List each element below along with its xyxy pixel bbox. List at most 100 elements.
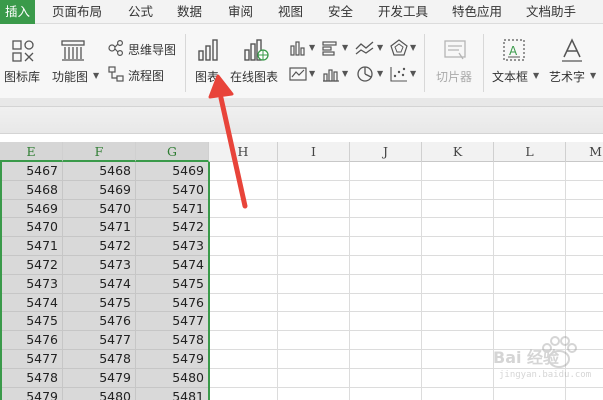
stock-chart-dropdown-icon[interactable]: ▼ — [309, 69, 315, 78]
column-header-g[interactable]: G — [136, 142, 209, 162]
cell-m[interactable] — [566, 294, 603, 313]
cell-l[interactable] — [494, 274, 566, 294]
cell-k[interactable] — [422, 237, 494, 256]
cell-e[interactable]: 5477 — [0, 350, 63, 369]
cell-e[interactable]: 5471 — [0, 237, 63, 256]
cell-i[interactable] — [278, 162, 350, 181]
cell-g[interactable]: 5475 — [136, 274, 209, 294]
cell-h[interactable] — [209, 312, 278, 332]
column-header-k[interactable]: K — [422, 142, 494, 162]
cell-j[interactable] — [350, 256, 422, 275]
cell-i[interactable] — [278, 256, 350, 275]
cell-j[interactable] — [350, 218, 422, 238]
cell-f[interactable]: 5470 — [63, 199, 136, 219]
cell-h[interactable] — [209, 218, 278, 238]
cell-f[interactable]: 5468 — [63, 162, 136, 181]
cell-e[interactable]: 5479 — [0, 387, 63, 400]
column-chart-dropdown-icon[interactable]: ▼ — [309, 43, 315, 52]
menu-formulas[interactable]: 公式 — [128, 0, 153, 24]
cell-j[interactable] — [350, 387, 422, 400]
cell-g[interactable]: 5477 — [136, 312, 209, 332]
cell-l[interactable] — [494, 199, 566, 219]
cell-i[interactable] — [278, 387, 350, 400]
cell-e[interactable]: 5473 — [0, 274, 63, 294]
cell-i[interactable] — [278, 350, 350, 369]
cell-g[interactable]: 5471 — [136, 199, 209, 219]
cell-i[interactable] — [278, 199, 350, 219]
cell-k[interactable] — [422, 293, 494, 313]
cell-e[interactable]: 5470 — [0, 218, 63, 238]
cell-f[interactable]: 5477 — [63, 331, 136, 350]
cell-l[interactable] — [494, 180, 566, 200]
cell-e[interactable]: 5474 — [0, 293, 63, 313]
cell-l[interactable] — [494, 237, 566, 256]
cell-k[interactable] — [422, 256, 494, 275]
cell-k[interactable] — [422, 180, 494, 200]
cell-e[interactable]: 5472 — [0, 256, 63, 275]
cell-l[interactable] — [494, 218, 566, 238]
cell-h[interactable] — [209, 162, 278, 181]
cell-j[interactable] — [350, 368, 422, 388]
cell-k[interactable] — [422, 331, 494, 350]
cell-m[interactable] — [566, 162, 603, 181]
cell-j[interactable] — [350, 237, 422, 256]
menu-page-layout[interactable]: 页面布局 — [52, 0, 102, 24]
cell-j[interactable] — [350, 180, 422, 200]
cell-h[interactable] — [209, 274, 278, 294]
cell-k[interactable] — [422, 312, 494, 332]
cell-h[interactable] — [209, 368, 278, 388]
cell-f[interactable]: 5476 — [63, 312, 136, 332]
cell-g[interactable]: 5479 — [136, 350, 209, 369]
cell-j[interactable] — [350, 199, 422, 219]
cell-k[interactable] — [422, 350, 494, 369]
cell-f[interactable]: 5473 — [63, 256, 136, 275]
column-header-f[interactable]: F — [63, 142, 136, 162]
cell-f[interactable]: 5471 — [63, 218, 136, 238]
cell-g[interactable]: 5470 — [136, 180, 209, 200]
combo-chart-dropdown-icon[interactable]: ▼ — [342, 69, 348, 78]
cell-e[interactable]: 5467 — [0, 162, 63, 181]
cell-l[interactable] — [494, 293, 566, 313]
menu-review[interactable]: 审阅 — [228, 0, 253, 24]
cell-f[interactable]: 5474 — [63, 274, 136, 294]
art-text-dropdown-icon[interactable]: ▼ — [590, 71, 596, 80]
cell-l[interactable] — [494, 256, 566, 275]
cell-i[interactable] — [278, 331, 350, 350]
cell-j[interactable] — [350, 331, 422, 350]
cell-g[interactable]: 5472 — [136, 218, 209, 238]
cell-k[interactable] — [422, 162, 494, 181]
cell-g[interactable]: 5476 — [136, 293, 209, 313]
cell-f[interactable]: 5472 — [63, 237, 136, 256]
cell-e[interactable]: 5478 — [0, 368, 63, 388]
cell-e[interactable]: 5468 — [0, 180, 63, 200]
cell-i[interactable] — [278, 274, 350, 294]
cell-j[interactable] — [350, 274, 422, 294]
cell-f[interactable]: 5478 — [63, 350, 136, 369]
pie-chart-dropdown-icon[interactable]: ▼ — [377, 69, 383, 78]
cell-e[interactable]: 5469 — [0, 199, 63, 219]
cell-m[interactable] — [566, 275, 603, 294]
cell-f[interactable]: 5475 — [63, 293, 136, 313]
column-header-e[interactable]: E — [0, 142, 63, 162]
cell-h[interactable] — [209, 387, 278, 400]
cell-i[interactable] — [278, 293, 350, 313]
cell-f[interactable]: 5479 — [63, 368, 136, 388]
cell-m[interactable] — [566, 237, 603, 256]
cell-j[interactable] — [350, 293, 422, 313]
menu-security[interactable]: 安全 — [328, 0, 353, 24]
function-diagram-dropdown-icon[interactable]: ▼ — [93, 71, 99, 80]
cell-j[interactable] — [350, 162, 422, 181]
cell-e[interactable]: 5475 — [0, 312, 63, 332]
column-header-l[interactable]: L — [494, 142, 566, 162]
scatter-chart-dropdown-icon[interactable]: ▼ — [410, 69, 416, 78]
menu-special-apps[interactable]: 特色应用 — [452, 0, 502, 24]
cell-m[interactable] — [566, 312, 603, 332]
cell-l[interactable] — [494, 312, 566, 332]
cell-h[interactable] — [209, 331, 278, 350]
cell-l[interactable] — [494, 162, 566, 181]
cell-g[interactable]: 5473 — [136, 237, 209, 256]
column-header-i[interactable]: I — [278, 142, 350, 162]
cell-j[interactable] — [350, 350, 422, 369]
cell-g[interactable]: 5469 — [136, 162, 209, 181]
cell-i[interactable] — [278, 180, 350, 200]
